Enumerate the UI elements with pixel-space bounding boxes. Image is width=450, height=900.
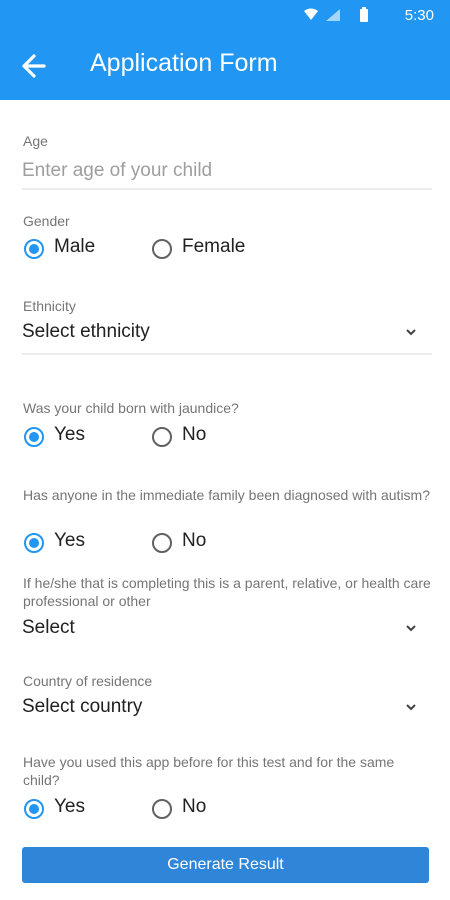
status-icons xyxy=(304,7,368,22)
page-title: Application Form xyxy=(90,49,278,77)
chevron-down-icon xyxy=(406,625,416,632)
status-time: 5:30 xyxy=(404,7,434,24)
ethnicity-select[interactable]: Select ethnicity xyxy=(22,317,432,351)
age-label: Age xyxy=(23,133,48,149)
country-label: Country of residence xyxy=(23,673,153,689)
autism-label: Has anyone in the immediate family been … xyxy=(23,487,431,503)
ethnicity-underline xyxy=(22,353,432,355)
relation-select[interactable]: Select xyxy=(22,613,432,647)
arrow-left-icon[interactable] xyxy=(18,50,52,82)
jaundice-label: Was your child born with jaundice? xyxy=(23,400,239,416)
battery-icon xyxy=(360,9,368,22)
relation-label: If he/she that is completing this is a p… xyxy=(23,575,431,609)
radio-unselected-icon xyxy=(152,799,172,819)
ethnicity-label: Ethnicity xyxy=(23,298,76,314)
chevron-down-icon xyxy=(406,329,416,336)
used-before-label: Have you used this app before for this t… xyxy=(23,754,395,788)
status-bar: 5:30 xyxy=(0,0,450,32)
radio-unselected-icon xyxy=(152,533,172,553)
radio-unselected-icon xyxy=(152,239,172,259)
signal-icon xyxy=(326,9,340,21)
radio-unselected-icon xyxy=(152,427,172,447)
app-bar: Application Form xyxy=(0,32,450,100)
chevron-down-icon xyxy=(406,704,416,711)
age-input[interactable] xyxy=(22,156,432,186)
wifi-icon xyxy=(304,8,318,20)
generate-result-button[interactable]: Generate Result xyxy=(22,847,429,883)
country-select[interactable]: Select country xyxy=(22,692,432,726)
gender-label: Gender xyxy=(23,213,70,229)
age-underline xyxy=(22,188,432,190)
